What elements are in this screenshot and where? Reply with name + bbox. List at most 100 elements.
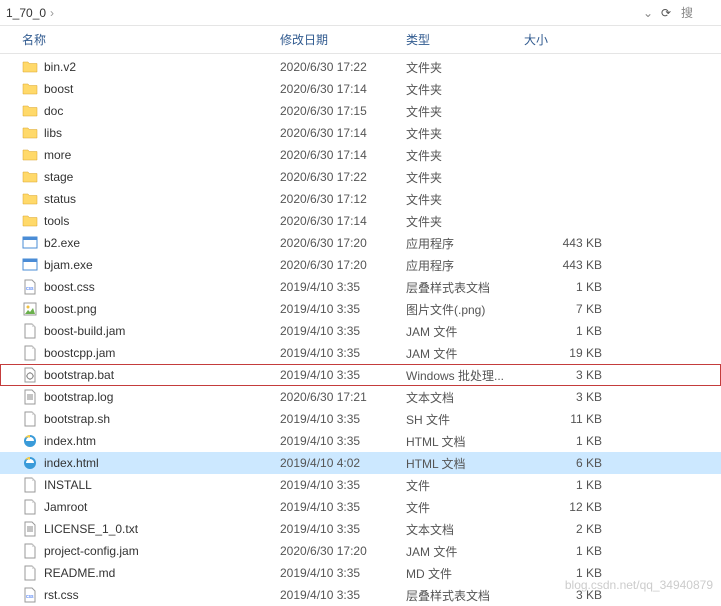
file-row[interactable]: bin.v22020/6/30 17:22文件夹 [0,56,721,78]
file-type: 文件夹 [400,213,518,230]
file-type: SH 文件 [400,411,518,428]
file-row[interactable]: rst.css2019/4/10 3:35层叠样式表文档3 KB [0,584,721,606]
file-row[interactable]: stage 2020/6/30 17:22文件夹 [0,166,721,188]
file-name: bootstrap.sh [44,412,110,426]
file-icon [22,543,38,559]
file-name: status [44,192,76,206]
file-size: 6 KB [518,456,608,470]
dropdown-icon[interactable]: ⌄ [641,6,655,20]
file-size: 3 KB [518,368,608,382]
file-row[interactable]: LICENSE_1_0.txt2019/4/10 3:35文本文档2 KB [0,518,721,540]
file-size: 2 KB [518,522,608,536]
file-row[interactable]: bootstrap.log2020/6/30 17:21文本文档3 KB [0,386,721,408]
file-row[interactable]: doc2020/6/30 17:15文件夹 [0,100,721,122]
folder-icon [22,169,38,185]
file-name: stage [44,170,73,184]
file-row[interactable]: boost.css2019/4/10 3:35层叠样式表文档1 KB [0,276,721,298]
file-row[interactable]: more2020/6/30 17:14文件夹 [0,144,721,166]
file-type: 文件 [400,499,518,516]
header-type[interactable]: 类型 [400,31,518,48]
file-date: 2020/6/30 17:22 [274,170,400,184]
file-row[interactable]: boost-build.jam2019/4/10 3:35JAM 文件1 KB [0,320,721,342]
folder-icon [22,103,38,119]
file-name: LICENSE_1_0.txt [44,522,138,536]
file-size: 7 KB [518,302,608,316]
file-date: 2020/6/30 17:21 [274,390,400,404]
file-date: 2020/6/30 17:15 [274,104,400,118]
file-name: project-config.jam [44,544,139,558]
file-date: 2020/6/30 17:20 [274,544,400,558]
file-name: more [44,148,71,162]
file-size: 19 KB [518,346,608,360]
file-size: 443 KB [518,236,608,250]
file-name: README.md [44,566,115,580]
file-row[interactable]: index.html2019/4/10 4:02HTML 文档6 KB [0,452,721,474]
file-row[interactable]: tools2020/6/30 17:14文件夹 [0,210,721,232]
file-icon [22,477,38,493]
search-input[interactable]: 搜 [677,4,715,21]
folder-icon [22,191,38,207]
file-row[interactable]: libs2020/6/30 17:14文件夹 [0,122,721,144]
file-type: 文件夹 [400,169,518,186]
file-type: 文件夹 [400,125,518,142]
file-row[interactable]: README.md2019/4/10 3:35MD 文件1 KB [0,562,721,584]
folder-icon [22,125,38,141]
file-type: 层叠样式表文档 [400,279,518,296]
file-icon [22,499,38,515]
file-type: 文件 [400,477,518,494]
file-name: index.html [44,456,99,470]
file-row[interactable]: project-config.jam2020/6/30 17:20JAM 文件1… [0,540,721,562]
file-date: 2020/6/30 17:12 [274,192,400,206]
file-date: 2019/4/10 3:35 [274,280,400,294]
file-row[interactable]: status 2020/6/30 17:12文件夹 [0,188,721,210]
file-row[interactable]: index.htm2019/4/10 3:35HTML 文档1 KB [0,430,721,452]
file-icon [22,345,38,361]
file-row[interactable]: bootstrap.bat2019/4/10 3:35Windows 批处理..… [0,364,721,386]
file-row[interactable]: b2.exe2020/6/30 17:20应用程序443 KB [0,232,721,254]
ie-icon [22,455,38,471]
header-size[interactable]: 大小 [518,31,608,48]
txt-icon [22,521,38,537]
header-name[interactable]: 名称 [16,31,274,48]
file-name: index.htm [44,434,96,448]
file-row[interactable]: boostcpp.jam2019/4/10 3:35JAM 文件19 KB [0,342,721,364]
file-row[interactable]: bjam.exe2020/6/30 17:20应用程序443 KB [0,254,721,276]
file-size: 1 KB [518,544,608,558]
file-row[interactable]: boost.png2019/4/10 3:35图片文件(.png)7 KB [0,298,721,320]
file-type: MD 文件 [400,565,518,582]
header-date[interactable]: 修改日期 [274,31,400,48]
file-row[interactable]: Jamroot2019/4/10 3:35文件12 KB [0,496,721,518]
file-date: 2019/4/10 3:35 [274,566,400,580]
file-date: 2019/4/10 3:35 [274,478,400,492]
file-date: 2019/4/10 3:35 [274,324,400,338]
file-size: 1 KB [518,324,608,338]
breadcrumb[interactable]: 1_70_0 › [6,6,641,20]
file-name: boostcpp.jam [44,346,115,360]
file-row[interactable]: bootstrap.sh2019/4/10 3:35SH 文件11 KB [0,408,721,430]
file-row[interactable]: INSTALL2019/4/10 3:35文件1 KB [0,474,721,496]
file-type: 应用程序 [400,257,518,274]
folder-icon [22,59,38,75]
folder-icon [22,81,38,97]
file-type: 文件夹 [400,191,518,208]
bat-icon [22,367,38,383]
breadcrumb-segment[interactable]: 1_70_0 [6,6,46,20]
file-date: 2019/4/10 3:35 [274,500,400,514]
file-type: 文件夹 [400,59,518,76]
file-name: boost.css [44,280,95,294]
file-name: bootstrap.log [44,390,113,404]
txt-icon [22,389,38,405]
file-type: JAM 文件 [400,345,518,362]
chevron-right-icon[interactable]: › [50,6,54,20]
file-row[interactable]: boost2020/6/30 17:14文件夹 [0,78,721,100]
file-type: HTML 文档 [400,433,518,450]
css-icon [22,587,38,603]
file-icon [22,323,38,339]
file-type: 图片文件(.png) [400,301,518,318]
file-name: Jamroot [44,500,87,514]
file-size: 1 KB [518,478,608,492]
ie-icon [22,433,38,449]
file-date: 2020/6/30 17:14 [274,126,400,140]
refresh-icon[interactable]: ⟳ [655,6,677,20]
file-date: 2019/4/10 3:35 [274,412,400,426]
